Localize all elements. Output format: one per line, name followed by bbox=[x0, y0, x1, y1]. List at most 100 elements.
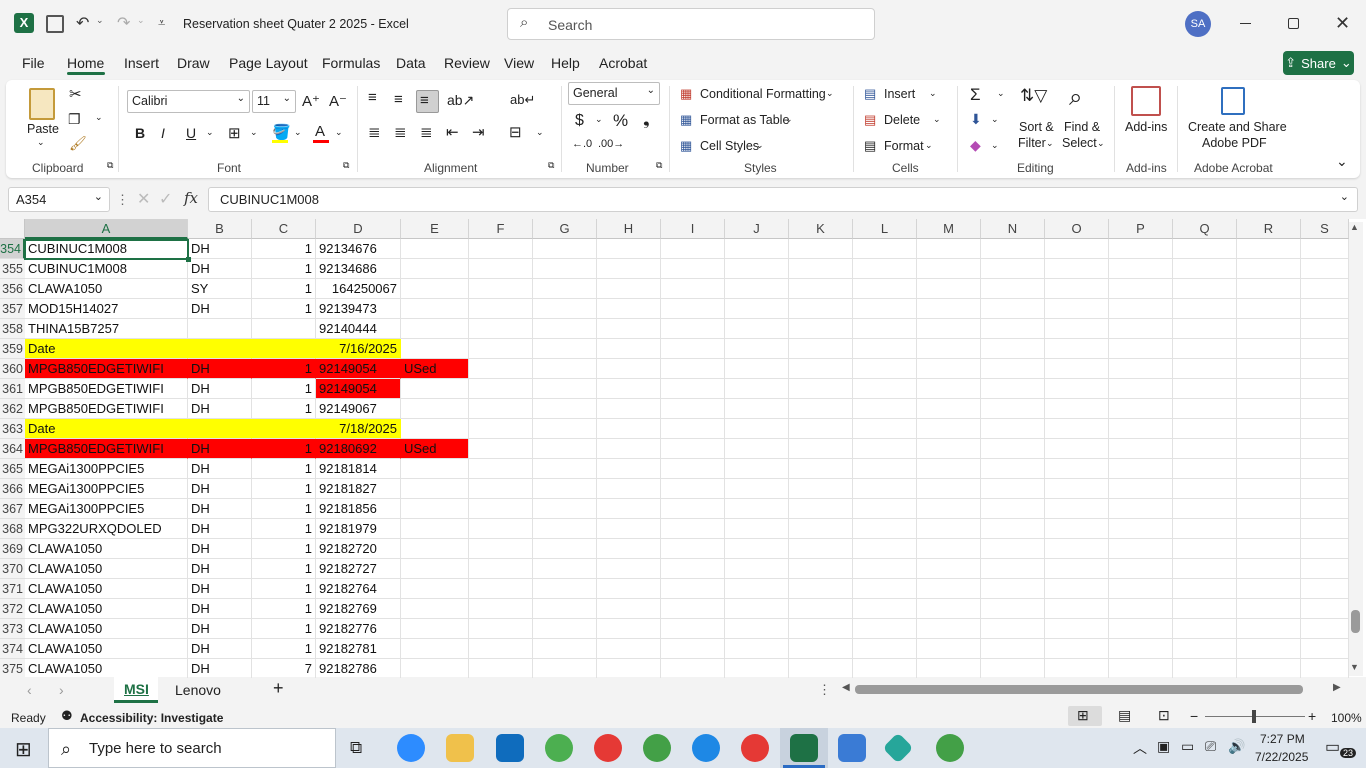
cell-b[interactable]: DH bbox=[188, 299, 252, 319]
scroll-right-icon[interactable]: ▶ bbox=[1333, 682, 1341, 693]
empty-cell[interactable] bbox=[1109, 319, 1173, 339]
cell-a[interactable]: MEGAi1300PPCIE5 bbox=[25, 499, 188, 519]
empty-cell[interactable] bbox=[1301, 379, 1349, 399]
cell-b[interactable] bbox=[188, 419, 252, 439]
empty-cell[interactable] bbox=[917, 639, 981, 659]
calculator-icon[interactable] bbox=[838, 734, 866, 762]
column-header-g[interactable]: G bbox=[533, 219, 597, 239]
zoom-in-icon[interactable]: + bbox=[1308, 708, 1316, 724]
empty-cell[interactable] bbox=[917, 319, 981, 339]
empty-cell[interactable] bbox=[981, 299, 1045, 319]
empty-cell[interactable] bbox=[661, 239, 725, 259]
empty-cell[interactable] bbox=[853, 519, 917, 539]
empty-cell[interactable] bbox=[725, 259, 789, 279]
empty-cell[interactable] bbox=[853, 499, 917, 519]
cell-d[interactable]: 92182727 bbox=[316, 559, 401, 579]
empty-cell[interactable] bbox=[469, 379, 533, 399]
empty-cell[interactable] bbox=[1109, 579, 1173, 599]
empty-cell[interactable] bbox=[469, 339, 533, 359]
empty-cell[interactable] bbox=[597, 479, 661, 499]
empty-cell[interactable] bbox=[597, 559, 661, 579]
empty-cell[interactable] bbox=[1045, 459, 1109, 479]
insert-cells-button[interactable]: Insert bbox=[884, 87, 915, 101]
empty-cell[interactable] bbox=[1173, 339, 1237, 359]
cell-c[interactable]: 1 bbox=[252, 619, 316, 639]
scroll-up-icon[interactable]: ▲ bbox=[1350, 222, 1359, 232]
empty-cell[interactable] bbox=[981, 599, 1045, 619]
row-header[interactable]: 363 bbox=[0, 419, 25, 439]
empty-cell[interactable] bbox=[597, 579, 661, 599]
align-center-icon[interactable]: ≣ bbox=[394, 123, 407, 141]
tab-help[interactable]: Help bbox=[551, 55, 580, 71]
network-icon[interactable]: ⎚ bbox=[1205, 738, 1216, 755]
currency-icon[interactable]: $ bbox=[575, 112, 584, 130]
empty-cell[interactable] bbox=[1301, 539, 1349, 559]
cell-a[interactable]: Date bbox=[25, 419, 188, 439]
empty-cell[interactable] bbox=[469, 299, 533, 319]
cell-d[interactable]: 92180692 bbox=[316, 439, 401, 459]
empty-cell[interactable] bbox=[1237, 599, 1301, 619]
empty-cell[interactable] bbox=[981, 459, 1045, 479]
empty-cell[interactable] bbox=[1237, 479, 1301, 499]
cell-c[interactable]: 1 bbox=[252, 539, 316, 559]
cut-icon[interactable]: ✂ bbox=[69, 85, 82, 103]
empty-cell[interactable] bbox=[853, 399, 917, 419]
empty-cell[interactable] bbox=[533, 619, 597, 639]
empty-cell[interactable] bbox=[597, 439, 661, 459]
empty-cell[interactable] bbox=[661, 539, 725, 559]
empty-cell[interactable] bbox=[1301, 519, 1349, 539]
column-header-d[interactable]: D bbox=[316, 219, 401, 239]
chrome-icon[interactable] bbox=[643, 734, 671, 762]
empty-cell[interactable] bbox=[789, 299, 853, 319]
empty-cell[interactable] bbox=[1045, 479, 1109, 499]
fill-color-icon[interactable]: 🪣 bbox=[272, 123, 291, 141]
empty-cell[interactable] bbox=[597, 419, 661, 439]
middle-align-icon[interactable]: ≡ bbox=[394, 91, 403, 108]
empty-cell[interactable] bbox=[1109, 439, 1173, 459]
cell-e[interactable] bbox=[401, 339, 469, 359]
empty-cell[interactable] bbox=[469, 539, 533, 559]
empty-cell[interactable] bbox=[789, 559, 853, 579]
empty-cell[interactable] bbox=[1109, 239, 1173, 259]
undo-icon[interactable]: ↶ bbox=[76, 13, 89, 33]
empty-cell[interactable] bbox=[853, 619, 917, 639]
insert-function-icon[interactable]: fx bbox=[184, 189, 198, 207]
empty-cell[interactable] bbox=[725, 279, 789, 299]
empty-cell[interactable] bbox=[1173, 499, 1237, 519]
empty-cell[interactable] bbox=[597, 539, 661, 559]
empty-cell[interactable] bbox=[1173, 639, 1237, 659]
cell-d[interactable]: 92181827 bbox=[316, 479, 401, 499]
empty-cell[interactable] bbox=[469, 279, 533, 299]
empty-cell[interactable] bbox=[1045, 359, 1109, 379]
collapse-ribbon-icon[interactable]: ⌄ bbox=[1336, 153, 1348, 170]
row-header[interactable]: 356 bbox=[0, 279, 25, 299]
empty-cell[interactable] bbox=[853, 239, 917, 259]
empty-cell[interactable] bbox=[917, 619, 981, 639]
chrome-icon[interactable] bbox=[545, 734, 573, 762]
cell-a[interactable]: CUBINUC1M008 bbox=[25, 259, 188, 279]
column-header-i[interactable]: I bbox=[661, 219, 725, 239]
empty-cell[interactable] bbox=[661, 339, 725, 359]
empty-cell[interactable] bbox=[469, 439, 533, 459]
currency-dropdown-icon[interactable]: ⌄ bbox=[595, 114, 603, 125]
cell-d[interactable]: 92134676 bbox=[316, 239, 401, 259]
cell-b[interactable]: DH bbox=[188, 559, 252, 579]
cell-a[interactable]: MPGB850EDGETIWIFI bbox=[25, 399, 188, 419]
empty-cell[interactable] bbox=[725, 319, 789, 339]
empty-cell[interactable] bbox=[981, 499, 1045, 519]
close-button[interactable]: ✕ bbox=[1335, 13, 1350, 34]
empty-cell[interactable] bbox=[1237, 639, 1301, 659]
cell-b[interactable]: DH bbox=[188, 259, 252, 279]
cell-e[interactable] bbox=[401, 579, 469, 599]
autosum-icon[interactable]: Σ bbox=[970, 85, 981, 105]
empty-cell[interactable] bbox=[917, 499, 981, 519]
empty-cell[interactable] bbox=[533, 359, 597, 379]
empty-cell[interactable] bbox=[661, 379, 725, 399]
cell-b[interactable]: DH bbox=[188, 579, 252, 599]
empty-cell[interactable] bbox=[533, 499, 597, 519]
cell-d[interactable]: 92182764 bbox=[316, 579, 401, 599]
create-pdf-icon[interactable] bbox=[1221, 87, 1245, 115]
empty-cell[interactable] bbox=[789, 539, 853, 559]
tab-draw[interactable]: Draw bbox=[177, 55, 210, 71]
empty-cell[interactable] bbox=[725, 559, 789, 579]
